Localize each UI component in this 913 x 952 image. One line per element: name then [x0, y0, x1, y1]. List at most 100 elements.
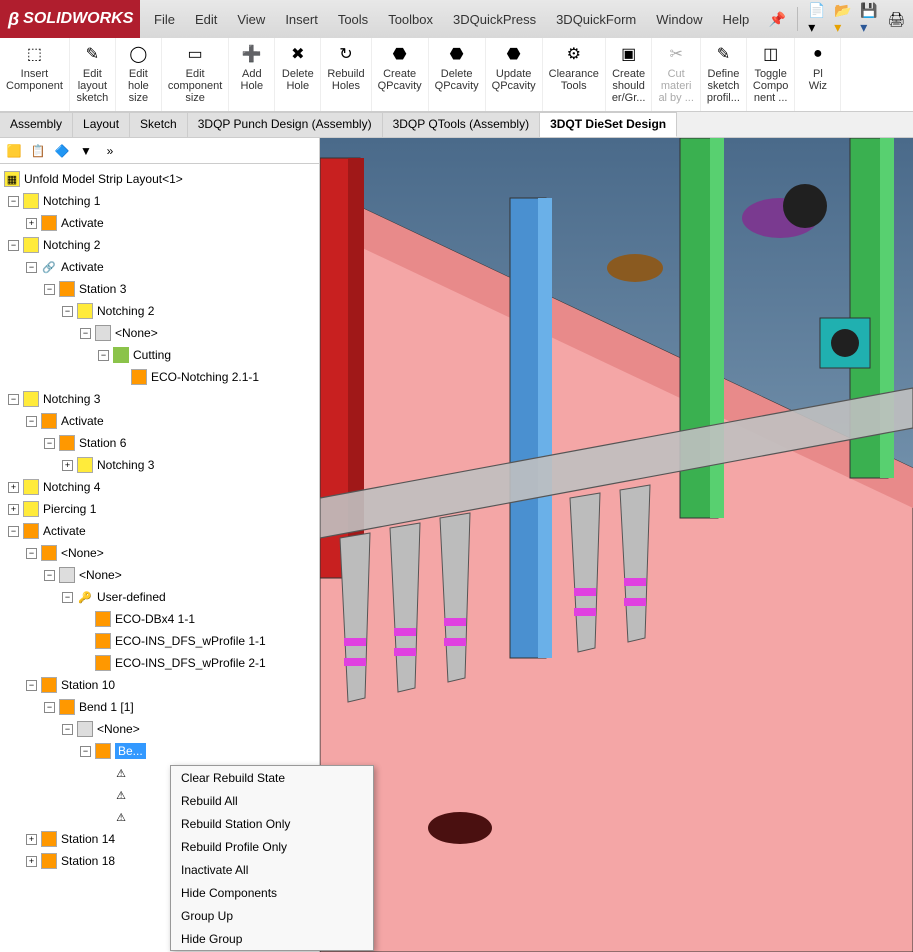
ribbon-create[interactable]: ▣Create should er/Gr... [606, 38, 653, 111]
context-rebuild-station-only[interactable]: Rebuild Station Only [171, 812, 373, 835]
ribbon-delete[interactable]: ✖Delete Hole [275, 38, 321, 111]
tree-root[interactable]: ▦Unfold Model Strip Layout<1> [0, 168, 319, 190]
tab-assembly[interactable]: Assembly [0, 112, 73, 137]
more-icon[interactable]: » [100, 141, 120, 161]
tree-row[interactable]: −Be... [0, 740, 319, 762]
ribbon-edit[interactable]: ◯Edit hole size [116, 38, 162, 111]
collapse-icon[interactable]: − [8, 196, 19, 207]
tab-layout[interactable]: Layout [73, 112, 130, 137]
ribbon-add[interactable]: ➕Add Hole [229, 38, 275, 111]
tree-row[interactable]: ECO-INS_DFS_wProfile 1-1 [0, 630, 319, 652]
collapse-icon[interactable]: − [26, 416, 37, 427]
ribbon-update[interactable]: ⬣Update QPcavity [486, 38, 543, 111]
expand-icon[interactable]: + [8, 504, 19, 515]
save-icon[interactable]: 💾▾ [860, 9, 880, 29]
tree-row[interactable]: +Notching 3 [0, 454, 319, 476]
collapse-icon[interactable]: − [44, 570, 55, 581]
collapse-icon[interactable]: − [62, 306, 73, 317]
tree-row[interactable]: ECO-INS_DFS_wProfile 2-1 [0, 652, 319, 674]
collapse-icon[interactable]: − [62, 724, 73, 735]
tree-row[interactable]: −🔑User-defined [0, 586, 319, 608]
menu-insert[interactable]: Insert [275, 12, 328, 27]
menu-edit[interactable]: Edit [185, 12, 227, 27]
tree-row[interactable]: −Notching 2 [0, 300, 319, 322]
tree-row[interactable]: −Notching 1 [0, 190, 319, 212]
tree-row[interactable]: −Cutting [0, 344, 319, 366]
expand-icon[interactable]: + [26, 834, 37, 845]
tree-row[interactable]: −🔗Activate [0, 256, 319, 278]
ribbon-edit[interactable]: ✎Edit layout sketch [70, 38, 116, 111]
context-rebuild-all[interactable]: Rebuild All [171, 789, 373, 812]
tree-row[interactable]: −Station 10 [0, 674, 319, 696]
collapse-icon[interactable]: − [26, 680, 37, 691]
collapse-icon[interactable]: − [44, 438, 55, 449]
tree-row[interactable]: +Notching 4 [0, 476, 319, 498]
ribbon-toggle[interactable]: ◫Toggle Compo nent ... [747, 38, 795, 111]
collapse-icon[interactable]: − [98, 350, 109, 361]
ribbon-create[interactable]: ⬣Create QPcavity [372, 38, 429, 111]
ribbon-delete[interactable]: ⬣Delete QPcavity [429, 38, 486, 111]
tree-row[interactable]: −<None> [0, 564, 319, 586]
menu-file[interactable]: File [144, 12, 185, 27]
menu-window[interactable]: Window [646, 12, 712, 27]
collapse-icon[interactable]: − [62, 592, 73, 603]
tree-row[interactable]: −Notching 3 [0, 388, 319, 410]
tree-row[interactable]: −Station 3 [0, 278, 319, 300]
new-icon[interactable]: 📄▾ [808, 9, 828, 29]
context-inactivate-all[interactable]: Inactivate All [171, 858, 373, 881]
filter-icon[interactable]: ▼ [76, 141, 96, 161]
context-group-up[interactable]: Group Up [171, 904, 373, 927]
context-hide-components[interactable]: Hide Components [171, 881, 373, 904]
collapse-icon[interactable]: − [80, 328, 91, 339]
collapse-icon[interactable]: − [8, 240, 19, 251]
collapse-icon[interactable]: − [44, 702, 55, 713]
ribbon-insert[interactable]: ⬚Insert Component [0, 38, 70, 111]
context-clear-rebuild-state[interactable]: Clear Rebuild State [171, 766, 373, 789]
collapse-icon[interactable]: − [80, 746, 91, 757]
config-icon[interactable]: 📋 [28, 141, 48, 161]
tree-row[interactable]: +Activate [0, 212, 319, 234]
context-hide-group[interactable]: Hide Group [171, 927, 373, 950]
tab-3dqt-dieset-design[interactable]: 3DQT DieSet Design [540, 112, 677, 137]
assembly-icon[interactable]: 🟨 [4, 141, 24, 161]
collapse-icon[interactable]: − [26, 548, 37, 559]
tree-row[interactable]: ECO-Notching 2.1-1 [0, 366, 319, 388]
menu-3dquickform[interactable]: 3DQuickForm [546, 12, 646, 27]
menu-view[interactable]: View [227, 12, 275, 27]
collapse-icon[interactable]: − [8, 526, 19, 537]
ribbon-rebuild[interactable]: ↻Rebuild Holes [321, 38, 371, 111]
tab-3dqp-qtools--assembly-[interactable]: 3DQP QTools (Assembly) [383, 112, 540, 137]
collapse-icon[interactable]: − [8, 394, 19, 405]
tree-row[interactable]: −Bend 1 [1] [0, 696, 319, 718]
tree-row[interactable]: ECO-DBx4 1-1 [0, 608, 319, 630]
collapse-icon[interactable]: − [26, 262, 37, 273]
tree-row[interactable]: +Piercing 1 [0, 498, 319, 520]
display-icon[interactable]: 🔷 [52, 141, 72, 161]
pin-icon[interactable]: 📌 [767, 9, 787, 29]
ribbon-pl[interactable]: ●Pl Wiz [795, 38, 841, 111]
tree-row[interactable]: −<None> [0, 322, 319, 344]
menu-3dquickpress[interactable]: 3DQuickPress [443, 12, 546, 27]
ribbon-clearance[interactable]: ⚙Clearance Tools [543, 38, 606, 111]
print-icon[interactable]: 🖨 [886, 9, 906, 29]
menu-tools[interactable]: Tools [328, 12, 378, 27]
3d-viewport[interactable] [320, 138, 913, 952]
tree-row[interactable]: −Activate [0, 520, 319, 542]
ribbon-edit[interactable]: ▭Edit component size [162, 38, 229, 111]
tree-row[interactable]: −Station 6 [0, 432, 319, 454]
open-icon[interactable]: 📂▾ [834, 9, 854, 29]
tree-row[interactable]: −<None> [0, 542, 319, 564]
expand-icon[interactable]: + [62, 460, 73, 471]
ribbon-define[interactable]: ✎Define sketch profil... [701, 38, 747, 111]
collapse-icon[interactable]: − [44, 284, 55, 295]
tree-row[interactable]: −Notching 2 [0, 234, 319, 256]
menu-help[interactable]: Help [713, 12, 760, 27]
tab-3dqp-punch-design--assembly-[interactable]: 3DQP Punch Design (Assembly) [188, 112, 383, 137]
tab-sketch[interactable]: Sketch [130, 112, 188, 137]
expand-icon[interactable]: + [8, 482, 19, 493]
menu-toolbox[interactable]: Toolbox [378, 12, 443, 27]
expand-icon[interactable]: + [26, 218, 37, 229]
tree-row[interactable]: −Activate [0, 410, 319, 432]
tree-row[interactable]: −<None> [0, 718, 319, 740]
expand-icon[interactable]: + [26, 856, 37, 867]
